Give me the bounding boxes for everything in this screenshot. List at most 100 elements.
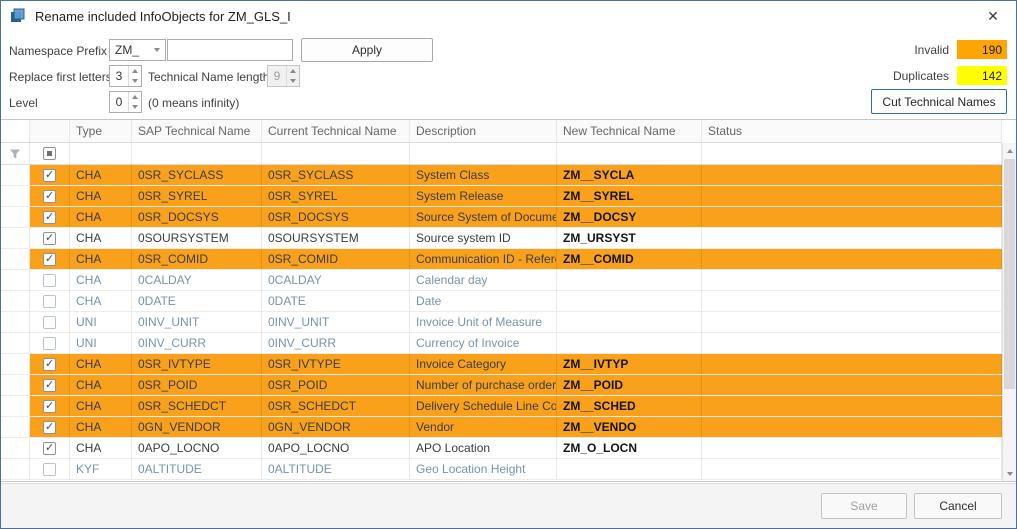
row-checkbox[interactable] [43,295,56,308]
header-checkbox-cell [30,120,70,142]
cut-technical-names-button[interactable]: Cut Technical Names [871,89,1007,114]
column-header-current-technical-name[interactable]: Current Technical Name [262,120,410,142]
row-type: CHA [70,375,132,395]
row-sap-name: 0SR_DOCSYS [132,207,262,227]
row-sap-name: 0SOURSYSTEM [132,228,262,248]
row-checkbox[interactable] [43,253,56,266]
table-row[interactable]: CHA0SR_DOCSYS0SR_DOCSYSSource System of … [1,207,1002,228]
row-description: Number of purchase order [410,375,557,395]
grid-rows: CHA0SR_SYCLASS0SR_SYCLASSSystem ClassZM_… [1,165,1016,480]
namespace-prefix-combo[interactable]: ZM_ [109,39,166,61]
row-checkbox[interactable] [43,379,56,392]
row-type: CHA [70,186,132,206]
row-checkbox[interactable] [43,400,56,413]
chevron-down-icon[interactable] [149,48,165,52]
namespace-input[interactable] [167,39,293,61]
table-row[interactable]: KYF0ALTITUDE0ALTITUDEGeo Location Height [1,459,1002,480]
level-spinner[interactable]: 0 [109,91,142,113]
spin-up-icon[interactable] [129,92,141,102]
apply-button[interactable]: Apply [301,38,433,62]
row-type: CHA [70,438,132,458]
row-description: System Release [410,186,557,206]
row-checkbox[interactable] [43,211,56,224]
row-checkbox[interactable] [43,190,56,203]
row-checkbox[interactable] [43,421,56,434]
row-checkbox[interactable] [43,232,56,245]
invalid-counter: Invalid 190 [914,40,1007,59]
row-sap-name: 0INV_UNIT [132,312,262,332]
row-description: Source System of Document [410,207,557,227]
filter-cell-sap-technical-name[interactable] [132,143,262,164]
table-row[interactable]: UNI0INV_CURR0INV_CURRCurrency of Invoice [1,333,1002,354]
row-checkbox-cell [30,186,70,206]
row-new-name: ZM_URSYST [557,228,702,248]
scroll-thumb[interactable] [1004,159,1015,389]
table-row[interactable]: UNI0INV_UNIT0INV_UNITInvoice Unit of Mea… [1,312,1002,333]
table-row[interactable]: CHA0SR_SYCLASS0SR_SYCLASSSystem ClassZM_… [1,165,1002,186]
table-row[interactable]: CHA0SR_SYREL0SR_SYRELSystem ReleaseZM__S… [1,186,1002,207]
row-checkbox[interactable] [43,274,56,287]
row-sap-name: 0GN_VENDOR [132,417,262,437]
table-row[interactable]: CHA0CALDAY0CALDAYCalendar day [1,270,1002,291]
table-row[interactable]: CHA0SOURSYSTEM0SOURSYSTEMSource system I… [1,228,1002,249]
table-row[interactable]: CHA0GN_VENDOR0GN_VENDORVendorZM__VENDO [1,417,1002,438]
filter-icon-cell[interactable] [1,143,30,164]
select-all-checkbox[interactable] [43,147,56,160]
filter-cell-type[interactable] [70,143,132,164]
table-row[interactable]: CHA0DATE0DATEDate [1,291,1002,312]
filter-cell-description[interactable] [410,143,557,164]
row-checkbox[interactable] [43,442,56,455]
filter-cell-current-technical-name[interactable] [262,143,410,164]
filter-cell-status[interactable] [702,143,1002,164]
spin-down-icon[interactable] [129,102,141,112]
row-current-name: 0SR_SCHEDCT [262,396,410,416]
row-current-name: 0CALDAY [262,270,410,290]
select-all-cell[interactable] [30,143,70,164]
level-value: 0 [110,92,128,112]
invalid-label: Invalid [914,43,949,57]
filter-cell-new-technical-name[interactable] [557,143,702,164]
table-row[interactable]: CHA0SR_POID0SR_POIDNumber of purchase or… [1,375,1002,396]
table-row[interactable]: CHA0SR_SCHEDCT0SR_SCHEDCTDelivery Schedu… [1,396,1002,417]
row-sap-name: 0SR_POID [132,375,262,395]
row-type: UNI [70,333,132,353]
spin-up-icon[interactable] [129,66,141,76]
row-indicator-cell [1,396,30,416]
row-description: Date [410,291,557,311]
row-indicator-cell [1,375,30,395]
row-checkbox[interactable] [43,463,56,476]
scroll-up-icon[interactable] [1003,143,1016,158]
row-indicator-cell [1,270,30,290]
spin-down-icon[interactable] [129,76,141,86]
row-current-name: 0SR_COMID [262,249,410,269]
row-indicator-cell [1,291,30,311]
column-header-type[interactable]: Type [70,120,132,142]
row-checkbox[interactable] [43,316,56,329]
title-bar: Rename included InfoObjects for ZM_GLS_I… [1,1,1016,31]
save-button[interactable]: Save [821,493,907,519]
scroll-down-icon[interactable] [1003,466,1016,481]
row-checkbox[interactable] [43,358,56,371]
row-checkbox[interactable] [43,337,56,350]
row-current-name: 0INV_CURR [262,333,410,353]
cancel-button[interactable]: Cancel [914,493,1002,519]
column-header-new-technical-name[interactable]: New Technical Name [557,120,702,142]
row-checkbox-cell [30,417,70,437]
table-row[interactable]: CHA0SR_COMID0SR_COMIDCommunication ID - … [1,249,1002,270]
row-indicator-cell [1,438,30,458]
close-icon[interactable]: ✕ [982,6,1004,26]
row-status [702,291,1002,311]
row-new-name: ZM__POID [557,375,702,395]
column-header-description[interactable]: Description [410,120,557,142]
row-type: CHA [70,249,132,269]
table-row[interactable]: CHA0APO_LOCNO0APO_LOCNOAPO LocationZM_O_… [1,438,1002,459]
table-row[interactable]: CHA0SR_IVTYPE0SR_IVTYPEInvoice CategoryZ… [1,354,1002,375]
replace-first-letters-spinner[interactable]: 3 [109,65,142,87]
row-checkbox[interactable] [43,169,56,182]
spin-down-icon [287,76,299,86]
column-header-sap-technical-name[interactable]: SAP Technical Name [132,120,262,142]
column-header-status[interactable]: Status [702,120,1002,142]
footer-bar: Save Cancel [1,483,1016,528]
vertical-scrollbar[interactable] [1002,143,1016,481]
invalid-badge: 190 [957,40,1007,59]
